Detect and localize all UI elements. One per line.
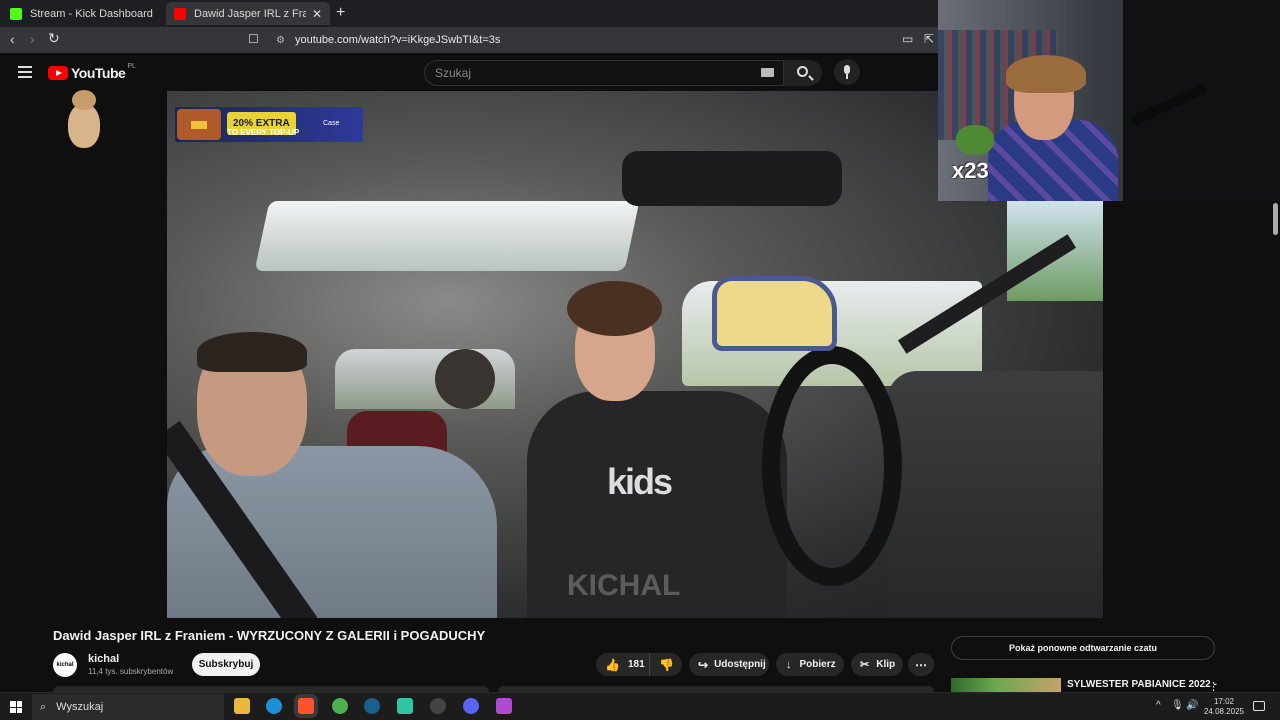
- ad-brand: Case: [323, 120, 340, 127]
- reload-button[interactable]: ↻: [48, 30, 60, 47]
- obs-icon[interactable]: [430, 698, 446, 714]
- share-label: Udostępnij: [714, 659, 766, 670]
- webcam-streamer-hair: [1006, 55, 1086, 93]
- new-tab-button[interactable]: +: [336, 4, 345, 22]
- tab-label: Stream - Kick Dashboard: [30, 7, 153, 20]
- dislike-button[interactable]: 👎: [650, 658, 674, 672]
- video-sunroof: [254, 201, 640, 271]
- taskbar-clock[interactable]: 17:02 24.08.2025: [1200, 697, 1248, 717]
- steam-icon[interactable]: [364, 698, 380, 714]
- share-button[interactable]: ↪ Udostępnij: [689, 653, 769, 676]
- discord-icon[interactable]: [463, 698, 479, 714]
- url-text: youtube.com/watch?v=iKkgeJSwbTI&t=3s: [294, 34, 501, 46]
- recommended-title[interactable]: SYLWESTER PABIANICE 2022 -: [1067, 679, 1217, 690]
- like-dislike-group: 👍 181 👎: [596, 653, 682, 676]
- ad-line: TO EVERY TOP-UP: [227, 128, 300, 137]
- emote-combo-count: x23: [952, 158, 989, 183]
- bookmark-icon[interactable]: ☐: [248, 32, 259, 46]
- menu-icon[interactable]: [18, 66, 32, 78]
- sponsor-banner: 20% EXTRA TO EVERY TOP-UP Case: [175, 107, 363, 142]
- share-page-icon[interactable]: ⇱: [924, 32, 934, 46]
- recommended-thumbnail[interactable]: [951, 678, 1061, 692]
- voice-search-button[interactable]: [834, 59, 860, 85]
- video-watermark: KICHAL: [567, 569, 681, 602]
- forward-button[interactable]: ›: [30, 31, 35, 47]
- youtube-logo[interactable]: YouTube PL: [48, 62, 136, 81]
- back-button[interactable]: ‹: [10, 31, 15, 47]
- more-actions-button[interactable]: ⋯: [908, 653, 934, 676]
- install-app-icon[interactable]: ▭: [902, 32, 913, 46]
- subscribe-button[interactable]: Subskrybuj: [192, 653, 260, 676]
- video-air-freshener: [712, 276, 837, 351]
- share-icon: ↪: [698, 657, 709, 672]
- kick-favicon-icon: [10, 7, 22, 20]
- region-code: PL: [127, 62, 136, 70]
- search-input[interactable]: Szukaj: [424, 60, 784, 86]
- hamster-overlay-image: [62, 90, 106, 152]
- video-rearview-mirror: [622, 151, 842, 206]
- video-steering-wheel: [762, 346, 902, 586]
- download-label: Pobierz: [799, 659, 836, 670]
- youtube-play-icon: [48, 66, 68, 80]
- video-title: Dawid Jasper IRL z Franiem - WYRZUCONY Z…: [53, 628, 486, 643]
- address-bar[interactable]: ⚙ youtube.com/watch?v=iKkgeJSwbTI&t=3s: [270, 30, 910, 50]
- search-icon: ⌕: [40, 700, 47, 713]
- webcam-overlay: x23: [938, 0, 1280, 201]
- scissors-icon: ✂: [860, 659, 870, 671]
- shirt-print: kids: [607, 461, 673, 502]
- download-button[interactable]: ↓ Pobierz: [776, 653, 844, 676]
- pepe-emote-icon: [956, 125, 994, 155]
- file-explorer-icon[interactable]: [234, 698, 250, 714]
- notifications-icon[interactable]: [1253, 701, 1265, 711]
- subscriber-count: 11,4 tys. subskrybentów: [88, 667, 174, 676]
- page-scrollbar[interactable]: [1272, 201, 1280, 681]
- like-count: 181: [627, 659, 645, 670]
- search-button[interactable]: [784, 60, 822, 86]
- chat-replay-button[interactable]: Pokaż ponowne odtwarzanie czatu: [951, 636, 1215, 660]
- tray-expand-icon[interactable]: ^: [1156, 700, 1161, 711]
- site-settings-icon[interactable]: ⚙: [276, 35, 285, 46]
- webcam-curtain: [1123, 0, 1280, 201]
- taskbar-search-label: Wyszukaj: [56, 701, 104, 713]
- streamlabs-icon[interactable]: [397, 698, 413, 714]
- edge-icon[interactable]: [266, 698, 282, 714]
- volume-icon[interactable]: 🔊: [1186, 700, 1198, 711]
- screen: Stream - Kick Dashboard Dawid Jasper IRL…: [0, 0, 1280, 720]
- tab-kick-dashboard[interactable]: Stream - Kick Dashboard: [2, 2, 162, 25]
- download-icon: ↓: [786, 658, 792, 671]
- video-person-left: [167, 332, 497, 618]
- taskbar-search[interactable]: ⌕ Wyszukaj: [32, 694, 224, 720]
- channel-avatar[interactable]: kichal: [53, 653, 77, 677]
- like-button[interactable]: 👍 181: [596, 653, 650, 676]
- microphone-tray-icon[interactable]: 🎙: [1171, 700, 1184, 711]
- search-icon: [797, 66, 808, 77]
- other-app-icon[interactable]: [496, 698, 512, 714]
- keyboard-icon[interactable]: [761, 68, 774, 77]
- treasure-chest-icon: [177, 109, 221, 140]
- clock-date: 24.08.2025: [1203, 707, 1245, 716]
- close-tab-icon[interactable]: ✕: [312, 7, 322, 21]
- brave-icon[interactable]: [298, 698, 314, 714]
- chrome-icon[interactable]: [332, 698, 348, 714]
- logo-text: YouTube: [71, 65, 126, 81]
- clock-time: 17:02: [1213, 697, 1235, 706]
- thumbs-up-icon: 👍: [605, 657, 620, 672]
- windows-taskbar: ⌕ Wyszukaj ^ 🎙 🔊 17:02 24.08.2025: [0, 692, 1280, 720]
- youtube-favicon-icon: [174, 7, 186, 20]
- tab-youtube-video[interactable]: Dawid Jasper IRL z Franiem - ✕: [166, 2, 330, 25]
- windows-start-icon[interactable]: [10, 701, 22, 713]
- video-dashboard: [887, 371, 1103, 618]
- channel-name[interactable]: kichal: [88, 653, 119, 665]
- clip-label: Klip: [876, 659, 896, 670]
- clip-button[interactable]: ✂ Klip: [851, 653, 903, 676]
- tab-label: Dawid Jasper IRL z Franiem -: [194, 7, 306, 20]
